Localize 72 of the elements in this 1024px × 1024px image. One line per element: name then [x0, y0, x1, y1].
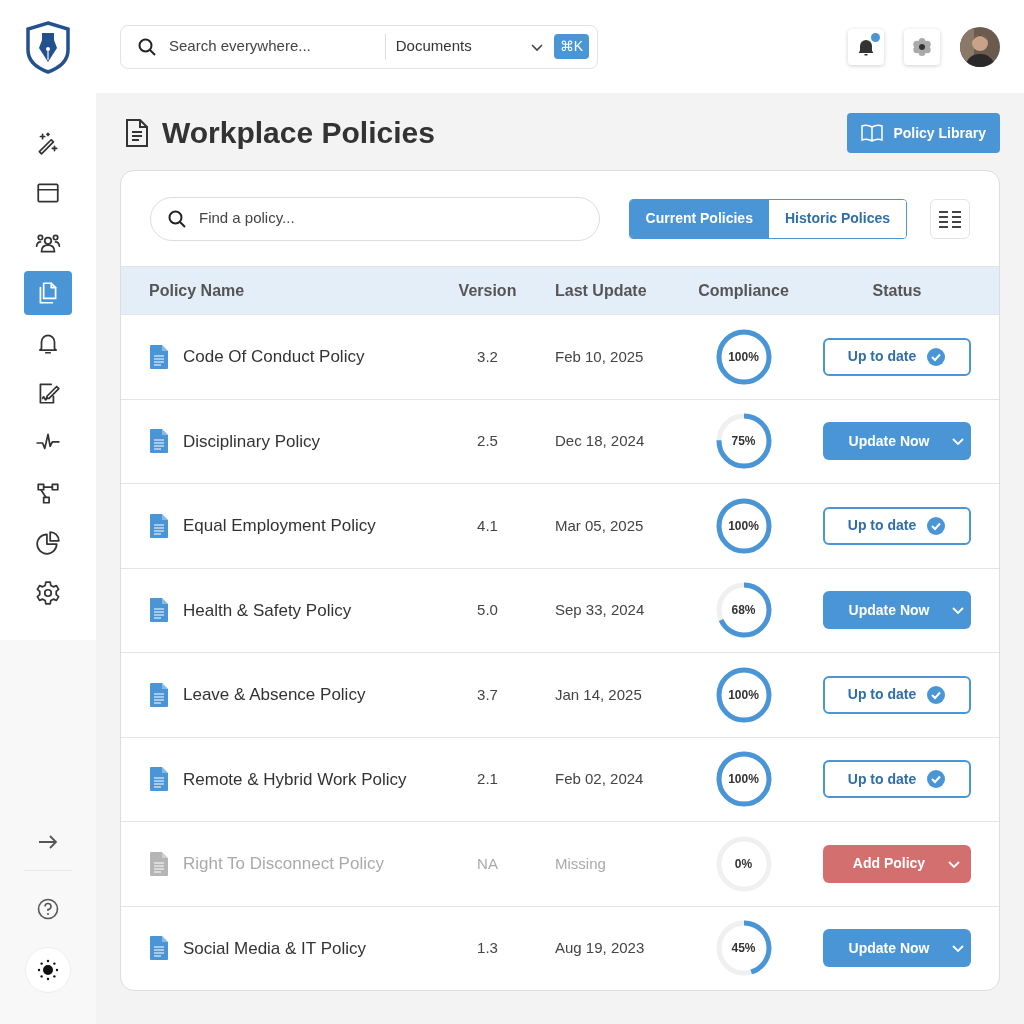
- compliance-ring: 75%: [715, 413, 772, 470]
- update-dropdown-button[interactable]: Update Now: [823, 929, 971, 968]
- date-text: Mar 05, 2025: [555, 516, 644, 534]
- window-icon: [35, 180, 61, 206]
- policy-name: Disciplinary Policy: [183, 430, 320, 453]
- column-header: Last Update: [555, 281, 647, 299]
- update-dropdown-button[interactable]: Update Now: [823, 591, 971, 630]
- version-text: 3.7: [477, 685, 498, 703]
- policy-library-button[interactable]: Policy Library: [847, 113, 1000, 153]
- settings-icon: [35, 580, 61, 606]
- compliance-ring: 0%: [715, 835, 772, 892]
- date-text: Feb 02, 2024: [555, 770, 644, 787]
- list-icon: [938, 209, 962, 228]
- check-circle-icon: [926, 684, 947, 705]
- version-text: 2.1: [477, 770, 498, 787]
- shield-pen-logo: [24, 19, 72, 74]
- date-text: Jan 14, 2025: [555, 685, 642, 703]
- pie-chart-icon: [35, 530, 61, 556]
- date-text: Dec 18, 2024: [555, 432, 645, 449]
- update-dropdown-button[interactable]: Update Now: [823, 422, 971, 461]
- documents-nav-button[interactable]: [24, 271, 72, 315]
- policy-name: Remote & Hybrid Work Policy: [183, 768, 407, 791]
- compliance-ring: 68%: [715, 582, 772, 639]
- version-text: 1.3: [477, 939, 498, 956]
- date-text: Aug 19, 2023: [555, 939, 645, 956]
- policy-name: Code Of Conduct Policy: [183, 346, 365, 368]
- help-icon: [36, 897, 60, 921]
- policy-name: Right To Disconnect Policy: [183, 853, 384, 875]
- book-icon: [861, 124, 884, 142]
- page-title: Workplace Policies: [162, 115, 435, 151]
- date-text: Missing: [555, 854, 606, 872]
- policy-name: Social Media & IT Policy: [183, 937, 366, 960]
- magic-wand-icon: [35, 130, 61, 156]
- sun-icon: [36, 958, 60, 982]
- theme-toggle-button[interactable]: [25, 947, 71, 993]
- date-text: Feb 10, 2025: [555, 347, 644, 365]
- add-policy-dropdown-button[interactable]: Add Policy: [823, 844, 971, 883]
- compliance-ring: 100%: [715, 666, 772, 723]
- policy-tab[interactable]: Current Policies: [629, 199, 769, 238]
- version-text: 2.5: [477, 432, 498, 449]
- notification-button[interactable]: [848, 28, 884, 65]
- list-view-button[interactable]: [930, 198, 970, 239]
- column-header: Policy Name: [149, 281, 245, 299]
- compliance-ring: 45%: [715, 920, 772, 977]
- gear-icon: [912, 36, 932, 57]
- version-text: 4.1: [477, 516, 498, 534]
- date-text: Sep 33, 2024: [555, 601, 645, 618]
- version-text: 3.2: [477, 347, 498, 365]
- column-header: Compliance: [698, 281, 789, 299]
- column-header: Status: [872, 281, 922, 299]
- version-text: NA: [477, 854, 498, 872]
- status-button[interactable]: Up to date: [823, 760, 971, 799]
- settings-button[interactable]: [904, 28, 940, 65]
- search-icon: [167, 208, 187, 229]
- compliance-ring: 100%: [715, 751, 772, 808]
- policy-name: Equal Employment Policy: [183, 515, 376, 537]
- policy-name: Leave & Absence Policy: [183, 684, 366, 706]
- column-header: Version: [458, 281, 517, 299]
- document-icon: [124, 118, 150, 148]
- search-icon: [137, 36, 157, 57]
- compliance-ring: 100%: [715, 328, 772, 385]
- check-circle-icon: [926, 346, 947, 367]
- version-text: 5.0: [477, 601, 498, 618]
- check-circle-icon: [926, 769, 947, 790]
- policy-name: Health & Safety Policy: [183, 599, 352, 622]
- shortcut-badge: ⌘K: [553, 34, 589, 59]
- status-button[interactable]: Up to date: [823, 506, 971, 545]
- status-button[interactable]: Up to date: [823, 675, 971, 714]
- status-button[interactable]: Up to date: [823, 337, 971, 376]
- check-circle-icon: [926, 515, 947, 536]
- flow-nodes-icon: [35, 480, 61, 506]
- compliance-ring: 100%: [715, 497, 772, 554]
